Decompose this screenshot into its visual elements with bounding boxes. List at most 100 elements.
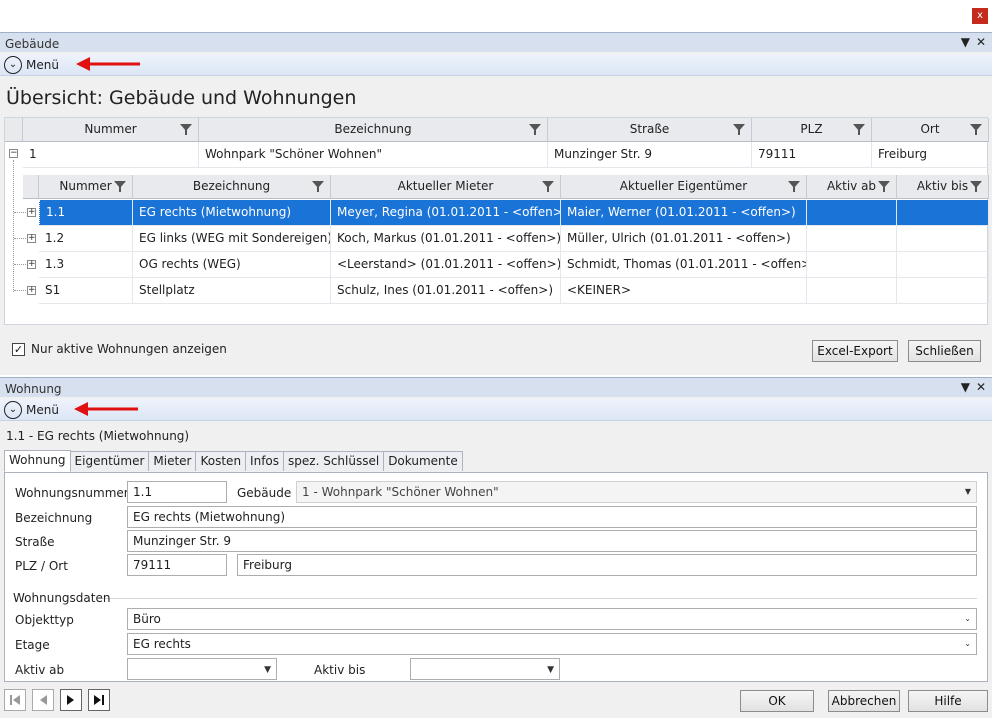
etage-label: Etage (15, 638, 50, 652)
wohnungsnummer-field[interactable]: 1.1 (127, 481, 227, 503)
expand-icon[interactable]: + (27, 208, 36, 217)
filter-icon[interactable] (733, 124, 745, 135)
table-cell[interactable]: Stellplatz (133, 278, 331, 304)
help-button[interactable]: Hilfe (908, 690, 988, 712)
table-cell[interactable] (897, 226, 989, 252)
annotation-arrow-icon (76, 57, 140, 71)
filter-icon[interactable] (853, 124, 865, 135)
table-cell[interactable]: 1.3 (39, 252, 133, 278)
table-cell[interactable]: Schulz, Ines (01.01.2011 - <offen>) (331, 278, 561, 304)
table-cell[interactable] (807, 278, 897, 304)
expand-icon[interactable]: + (27, 286, 36, 295)
cancel-button[interactable]: Abbrechen (828, 690, 900, 712)
table-cell[interactable]: 1 (23, 142, 199, 168)
sub-column-header-nummer[interactable]: Nummer (39, 175, 133, 199)
ok-button[interactable]: OK (740, 690, 814, 712)
dropdown-icon[interactable]: ▼ (961, 380, 970, 394)
next-record-button[interactable] (60, 689, 82, 711)
window-close-button[interactable]: x (972, 8, 988, 24)
tab-wohnung[interactable]: Wohnung (4, 450, 71, 472)
table-cell[interactable]: EG rechts (Mietwohnung) (133, 200, 331, 226)
column-header-plz[interactable]: PLZ (752, 118, 872, 142)
etage-select[interactable]: EG rechts ⌄ (127, 633, 977, 655)
excel-export-button[interactable]: Excel-Export (812, 340, 898, 362)
filter-icon[interactable] (542, 181, 554, 192)
objekttyp-label: Objekttyp (15, 613, 74, 627)
objekttyp-select[interactable]: Büro ⌄ (127, 608, 977, 630)
chevron-down-icon: ⌄ (4, 56, 22, 74)
dropdown-icon[interactable]: ▼ (961, 35, 970, 49)
column-header-strasse[interactable]: Straße (548, 118, 752, 142)
table-cell[interactable] (897, 200, 989, 226)
sub-column-header-aktiv-bis[interactable]: Aktiv bis (897, 175, 989, 199)
active-only-checkbox[interactable]: ✓ (12, 343, 25, 356)
table-cell[interactable]: 79111 (752, 142, 872, 168)
column-header-bezeichnung[interactable]: Bezeichnung (199, 118, 548, 142)
last-icon (94, 695, 104, 705)
table-cell[interactable]: Koch, Markus (01.01.2011 - <offen>) (331, 226, 561, 252)
filter-icon[interactable] (970, 124, 982, 135)
table-cell[interactable]: Schmidt, Thomas (01.01.2011 - <offen>) (561, 252, 807, 278)
column-header-nummer[interactable]: Nummer (23, 118, 199, 142)
close-icon[interactable]: ✕ (976, 35, 986, 49)
strasse-field[interactable]: Munzinger Str. 9 (127, 530, 977, 552)
table-cell[interactable]: EG links (WEG mit Sondereigen) (133, 226, 331, 252)
aktiv-bis-datepicker[interactable]: ▼ (410, 658, 560, 680)
close-icon[interactable]: ✕ (976, 380, 986, 394)
table-cell[interactable]: Meyer, Regina (01.01.2011 - <offen>) (331, 200, 561, 226)
record-navigator (4, 689, 110, 711)
table-cell[interactable] (807, 226, 897, 252)
table-cell[interactable]: S1 (39, 278, 133, 304)
filter-icon[interactable] (114, 181, 126, 192)
table-cell[interactable] (897, 278, 989, 304)
tab-dokumente[interactable]: Dokumente (383, 451, 463, 471)
menu-button[interactable]: ⌄ Menü (4, 56, 59, 74)
table-cell[interactable]: 1.2 (39, 226, 133, 252)
table-cell[interactable]: Müller, Ulrich (01.01.2011 - <offen>) (561, 226, 807, 252)
tab-spez-schluessel[interactable]: spez. Schlüssel (283, 451, 385, 471)
filter-icon[interactable] (878, 181, 890, 192)
ort-field[interactable]: Freiburg (237, 554, 977, 576)
dropdown-arrow-icon: ▼ (264, 665, 271, 675)
filter-icon[interactable] (180, 124, 192, 135)
column-header-ort[interactable]: Ort (872, 118, 989, 142)
aktiv-ab-datepicker[interactable]: ▼ (127, 658, 277, 680)
table-cell[interactable]: <Leerstand> (01.01.2011 - <offen>) (331, 252, 561, 278)
table-cell[interactable]: <KEINER> (561, 278, 807, 304)
bezeichnung-field[interactable]: EG rechts (Mietwohnung) (127, 506, 977, 528)
tab-mieter[interactable]: Mieter (148, 451, 197, 471)
table-cell[interactable]: Munzinger Str. 9 (548, 142, 752, 168)
filter-icon[interactable] (788, 181, 800, 192)
close-button[interactable]: Schließen (908, 340, 981, 362)
table-cell[interactable]: Wohnpark "Schöner Wohnen" (199, 142, 548, 168)
table-cell[interactable]: OG rechts (WEG) (133, 252, 331, 278)
plz-field[interactable]: 79111 (127, 554, 227, 576)
menu-button[interactable]: ⌄ Menü (4, 401, 59, 419)
sub-column-header-eigentuemer[interactable]: Aktueller Eigentümer (561, 175, 807, 199)
last-record-button[interactable] (88, 689, 110, 711)
tab-kosten[interactable]: Kosten (195, 451, 247, 471)
collapse-icon[interactable]: − (9, 149, 18, 158)
filter-icon[interactable] (529, 124, 541, 135)
sub-column-header-bezeichnung[interactable]: Bezeichnung (133, 175, 331, 199)
tab-eigentuemer[interactable]: Eigentümer (69, 451, 150, 471)
gebaeude-select[interactable]: 1 - Wohnpark "Schöner Wohnen" ▼ (296, 481, 977, 503)
previous-record-button[interactable] (32, 689, 54, 711)
table-cell[interactable] (897, 252, 989, 278)
table-cell[interactable]: Freiburg (872, 142, 989, 168)
bezeichnung-label: Bezeichnung (15, 511, 93, 525)
table-cell[interactable]: Maier, Werner (01.01.2011 - <offen>) (561, 200, 807, 226)
filter-icon[interactable] (970, 181, 982, 192)
filter-icon[interactable] (312, 181, 324, 192)
first-record-button[interactable] (4, 689, 26, 711)
sub-column-header-mieter[interactable]: Aktueller Mieter (331, 175, 561, 199)
sub-column-header-aktiv-ab[interactable]: Aktiv ab (807, 175, 897, 199)
table-cell[interactable] (807, 252, 897, 278)
table-cell[interactable]: 1.1 (39, 200, 133, 226)
tab-infos[interactable]: Infos (245, 451, 285, 471)
record-subtitle: 1.1 - EG rechts (Mietwohnung) (6, 429, 190, 443)
menu-label: Menü (26, 403, 59, 417)
expand-icon[interactable]: + (27, 234, 36, 243)
table-cell[interactable] (807, 200, 897, 226)
expand-icon[interactable]: + (27, 260, 36, 269)
